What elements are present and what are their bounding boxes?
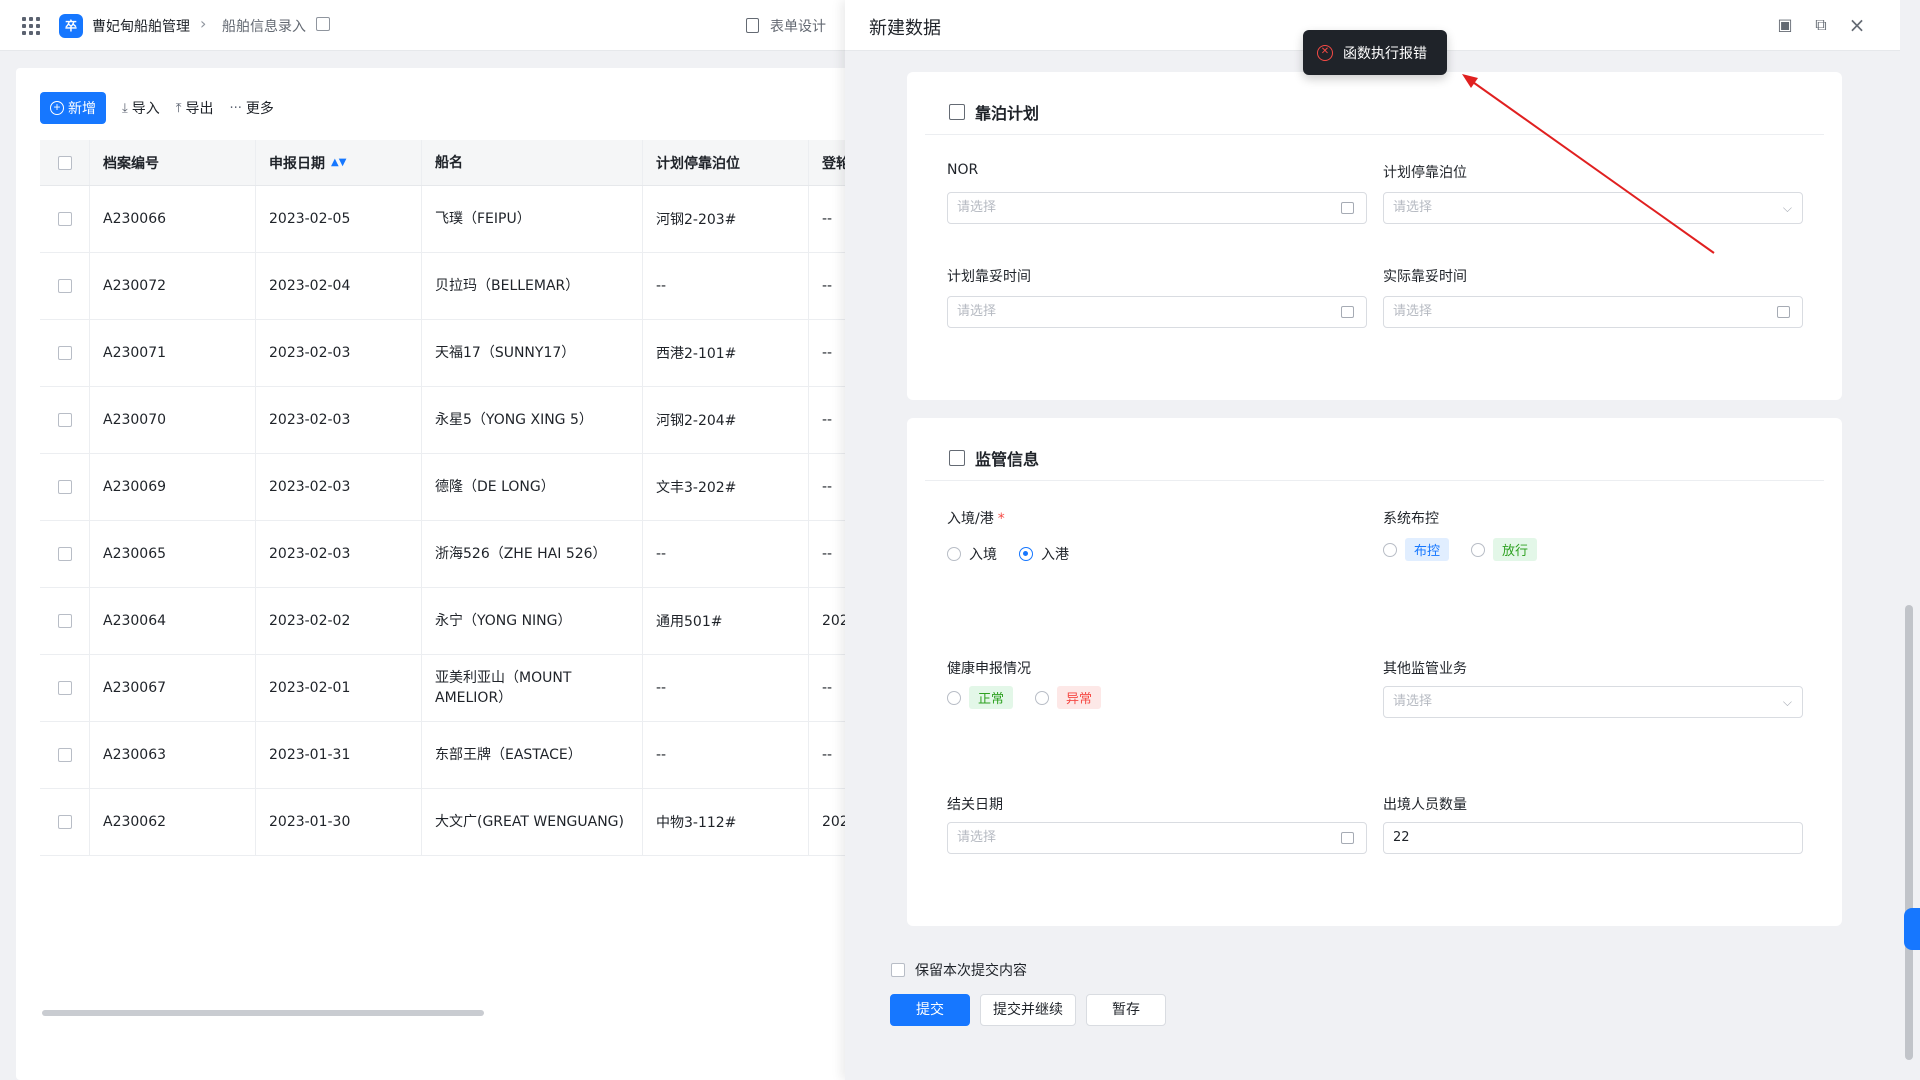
feedback-float-button[interactable] [1904,908,1920,950]
annotation-arrow [1462,74,1715,254]
